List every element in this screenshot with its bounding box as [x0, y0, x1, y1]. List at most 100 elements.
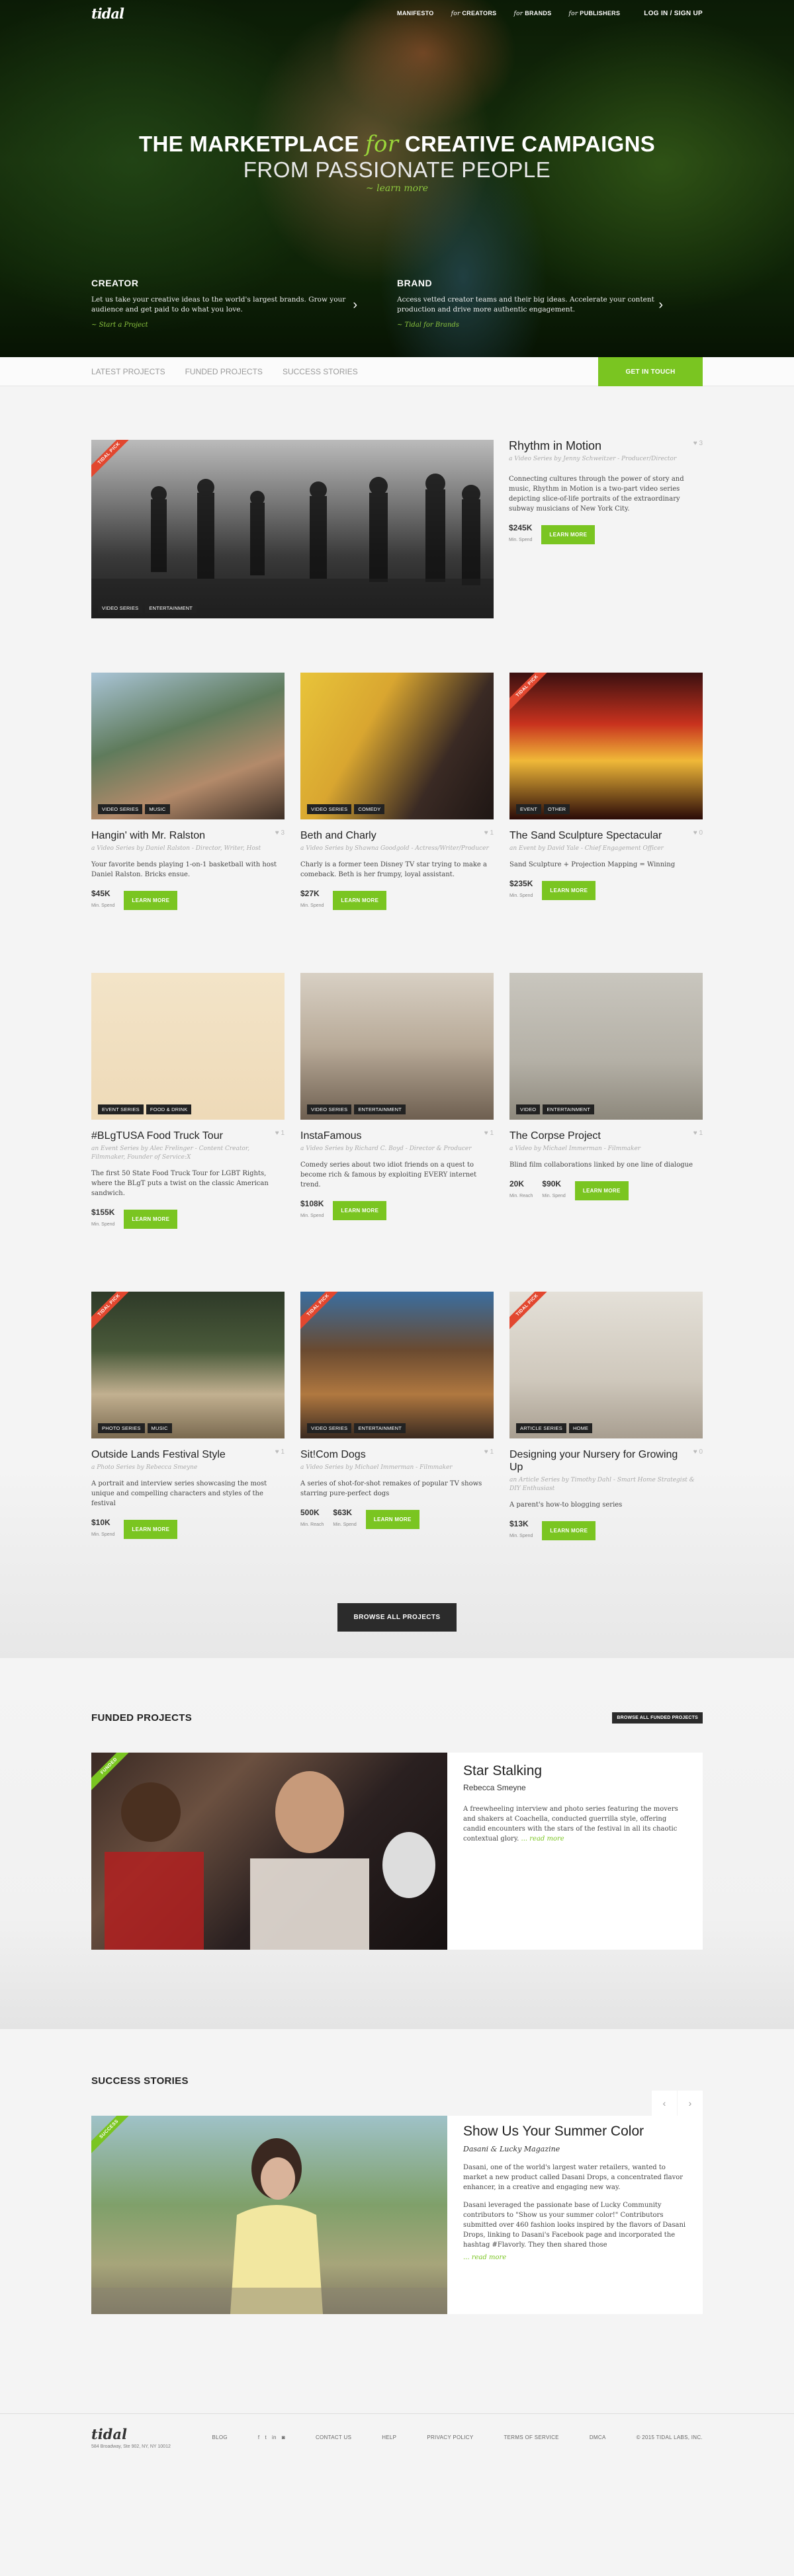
tab-success-stories[interactable]: SUCCESS STORIES: [283, 367, 358, 376]
instagram-icon[interactable]: ◙: [282, 2434, 285, 2440]
login-signup-link[interactable]: LOG IN / SIGN UP: [644, 10, 703, 17]
nav-for-creators[interactable]: for CREATORS: [451, 10, 497, 17]
learn-more-button[interactable]: LEARN MORE: [124, 1520, 178, 1539]
browse-all-projects-button[interactable]: BROWSE ALL PROJECTS: [337, 1603, 457, 1632]
stat-label: Min. Reach: [300, 1522, 324, 1527]
read-more-link[interactable]: ... read more: [463, 2254, 506, 2261]
like-button[interactable]: ♥ 0: [693, 1448, 703, 1456]
tag[interactable]: VIDEO SERIES: [307, 804, 352, 814]
project-title[interactable]: Designing your Nursery for Growing Up: [509, 1448, 693, 1474]
tag[interactable]: FOOD & DRINK: [146, 1104, 192, 1114]
tag[interactable]: ARTICLE SERIES: [516, 1423, 566, 1433]
start-project-link[interactable]: ~ Start a Project: [91, 321, 357, 329]
tab-funded-projects[interactable]: FUNDED PROJECTS: [185, 367, 263, 376]
success-title[interactable]: Show Us Your Summer Color: [463, 2124, 687, 2140]
like-button[interactable]: ♥ 1: [484, 829, 494, 837]
chevron-right-icon[interactable]: ›: [353, 298, 357, 313]
project-image[interactable]: TIDAL PICK EVENT OTHER: [509, 673, 703, 819]
learn-more-button[interactable]: LEARN MORE: [124, 891, 178, 910]
learn-more-button[interactable]: LEARN MORE: [574, 1181, 629, 1200]
logo[interactable]: tidal: [91, 5, 124, 22]
tag[interactable]: VIDEO SERIES: [307, 1423, 352, 1433]
like-button[interactable]: ♥ 1: [275, 1448, 285, 1456]
browse-funded-button[interactable]: BROWSE ALL FUNDED PROJECTS: [612, 1712, 703, 1724]
tag[interactable]: OTHER: [544, 804, 570, 814]
tag[interactable]: MUSIC: [145, 804, 170, 814]
tag[interactable]: EVENT: [516, 804, 542, 814]
tag[interactable]: ENTERTAINMENT: [354, 1423, 406, 1433]
tag[interactable]: VIDEO SERIES: [307, 1104, 352, 1114]
footer-logo[interactable]: tidal: [91, 2426, 171, 2442]
tag[interactable]: ENTERTAINMENT: [145, 603, 197, 613]
chevron-left-icon[interactable]: ‹: [652, 2091, 677, 2116]
tag[interactable]: ENTERTAINMENT: [354, 1104, 406, 1114]
like-button[interactable]: ♥ 3: [693, 440, 703, 447]
tag[interactable]: VIDEO SERIES: [98, 603, 143, 613]
like-button[interactable]: ♥ 1: [275, 1130, 285, 1137]
like-button[interactable]: ♥ 0: [693, 829, 703, 837]
project-title[interactable]: Rhythm in Motion: [509, 440, 601, 452]
project-title[interactable]: #BLgTUSA Food Truck Tour: [91, 1130, 223, 1142]
tag[interactable]: VIDEO SERIES: [98, 804, 143, 814]
tag[interactable]: ENTERTAINMENT: [543, 1104, 595, 1114]
learn-more-button[interactable]: LEARN MORE: [333, 891, 387, 910]
tag[interactable]: EVENT SERIES: [98, 1104, 144, 1114]
project-title[interactable]: The Corpse Project: [509, 1130, 601, 1142]
twitter-icon[interactable]: t: [265, 2434, 267, 2440]
tag[interactable]: COMEDY: [354, 804, 385, 814]
stat-value: $45K: [91, 889, 110, 898]
linkedin-icon[interactable]: in: [272, 2434, 277, 2440]
funded-project-image[interactable]: FUNDED: [91, 1753, 447, 1950]
learn-more-button[interactable]: LEARN MORE: [542, 1521, 596, 1540]
project-image[interactable]: VIDEO SERIES MUSIC: [91, 673, 285, 819]
nav-for-brands[interactable]: for BRANDS: [513, 10, 551, 17]
success-story-image[interactable]: SUCCESS: [91, 2116, 447, 2314]
nav-for-publishers[interactable]: for PUBLISHERS: [569, 10, 621, 17]
project-image[interactable]: EVENT SERIES FOOD & DRINK: [91, 973, 285, 1120]
project-stat: 20K Min. Reach: [509, 1179, 533, 1200]
tag[interactable]: HOME: [568, 1423, 593, 1433]
like-button[interactable]: ♥ 1: [484, 1448, 494, 1456]
project-image[interactable]: VIDEO SERIES COMEDY: [300, 673, 494, 819]
project-title[interactable]: Outside Lands Festival Style: [91, 1448, 226, 1461]
chevron-right-icon[interactable]: ›: [678, 2091, 703, 2116]
funded-title[interactable]: Star Stalking: [463, 1763, 687, 1779]
footer-link-terms[interactable]: TERMS OF SERVICE: [504, 2434, 558, 2440]
learn-more-button[interactable]: LEARN MORE: [542, 881, 596, 900]
tag[interactable]: PHOTO SERIES: [98, 1423, 145, 1433]
chevron-right-icon[interactable]: ›: [658, 298, 663, 313]
project-image[interactable]: TIDAL PICK PHOTO SERIES MUSIC: [91, 1292, 285, 1438]
footer-link-dmca[interactable]: DMCA: [590, 2434, 606, 2440]
footer-link-contact[interactable]: CONTACT US: [316, 2434, 351, 2440]
project-image[interactable]: TIDAL PICK ARTICLE SERIES HOME: [509, 1292, 703, 1438]
project-title[interactable]: Hangin' with Mr. Ralston: [91, 829, 205, 842]
learn-more-button[interactable]: LEARN MORE: [333, 1201, 387, 1220]
like-button[interactable]: ♥ 1: [484, 1130, 494, 1137]
footer-link-help[interactable]: HELP: [382, 2434, 396, 2440]
get-in-touch-button[interactable]: GET IN TOUCH: [598, 357, 703, 386]
project-image[interactable]: VIDEO SERIES ENTERTAINMENT: [300, 973, 494, 1120]
project-title[interactable]: Sit!Com Dogs: [300, 1448, 366, 1461]
tab-latest-projects[interactable]: LATEST PROJECTS: [91, 367, 165, 376]
nav-manifesto[interactable]: MANIFESTO: [397, 10, 434, 17]
project-image[interactable]: VIDEO ENTERTAINMENT: [509, 973, 703, 1120]
footer-link-privacy[interactable]: PRIVACY POLICY: [427, 2434, 473, 2440]
project-title[interactable]: InstaFamous: [300, 1130, 361, 1142]
facebook-icon[interactable]: f: [258, 2434, 260, 2440]
featured-project-image[interactable]: TIDAL PICK VIDEO SERIES ENTERTAINMENT: [91, 440, 494, 618]
tag[interactable]: VIDEO: [516, 1104, 541, 1114]
hero-learn-more-link[interactable]: ~ learn more: [366, 183, 428, 194]
footer-link-blog[interactable]: BLOG: [212, 2434, 227, 2440]
project-title[interactable]: The Sand Sculpture Spectacular: [509, 829, 662, 842]
learn-more-button[interactable]: LEARN MORE: [365, 1510, 419, 1529]
stat-value: $155K: [91, 1208, 115, 1217]
project-image[interactable]: TIDAL PICK VIDEO SERIES ENTERTAINMENT: [300, 1292, 494, 1438]
like-button[interactable]: ♥ 3: [275, 829, 285, 837]
learn-more-button[interactable]: LEARN MORE: [124, 1210, 178, 1229]
tidal-for-brands-link[interactable]: ~ Tidal for Brands: [397, 321, 663, 329]
like-button[interactable]: ♥ 1: [693, 1130, 703, 1137]
project-title[interactable]: Beth and Charly: [300, 829, 376, 842]
tag[interactable]: MUSIC: [147, 1423, 172, 1433]
learn-more-button[interactable]: LEARN MORE: [541, 525, 596, 544]
read-more-link[interactable]: ... read more: [521, 1835, 564, 1843]
